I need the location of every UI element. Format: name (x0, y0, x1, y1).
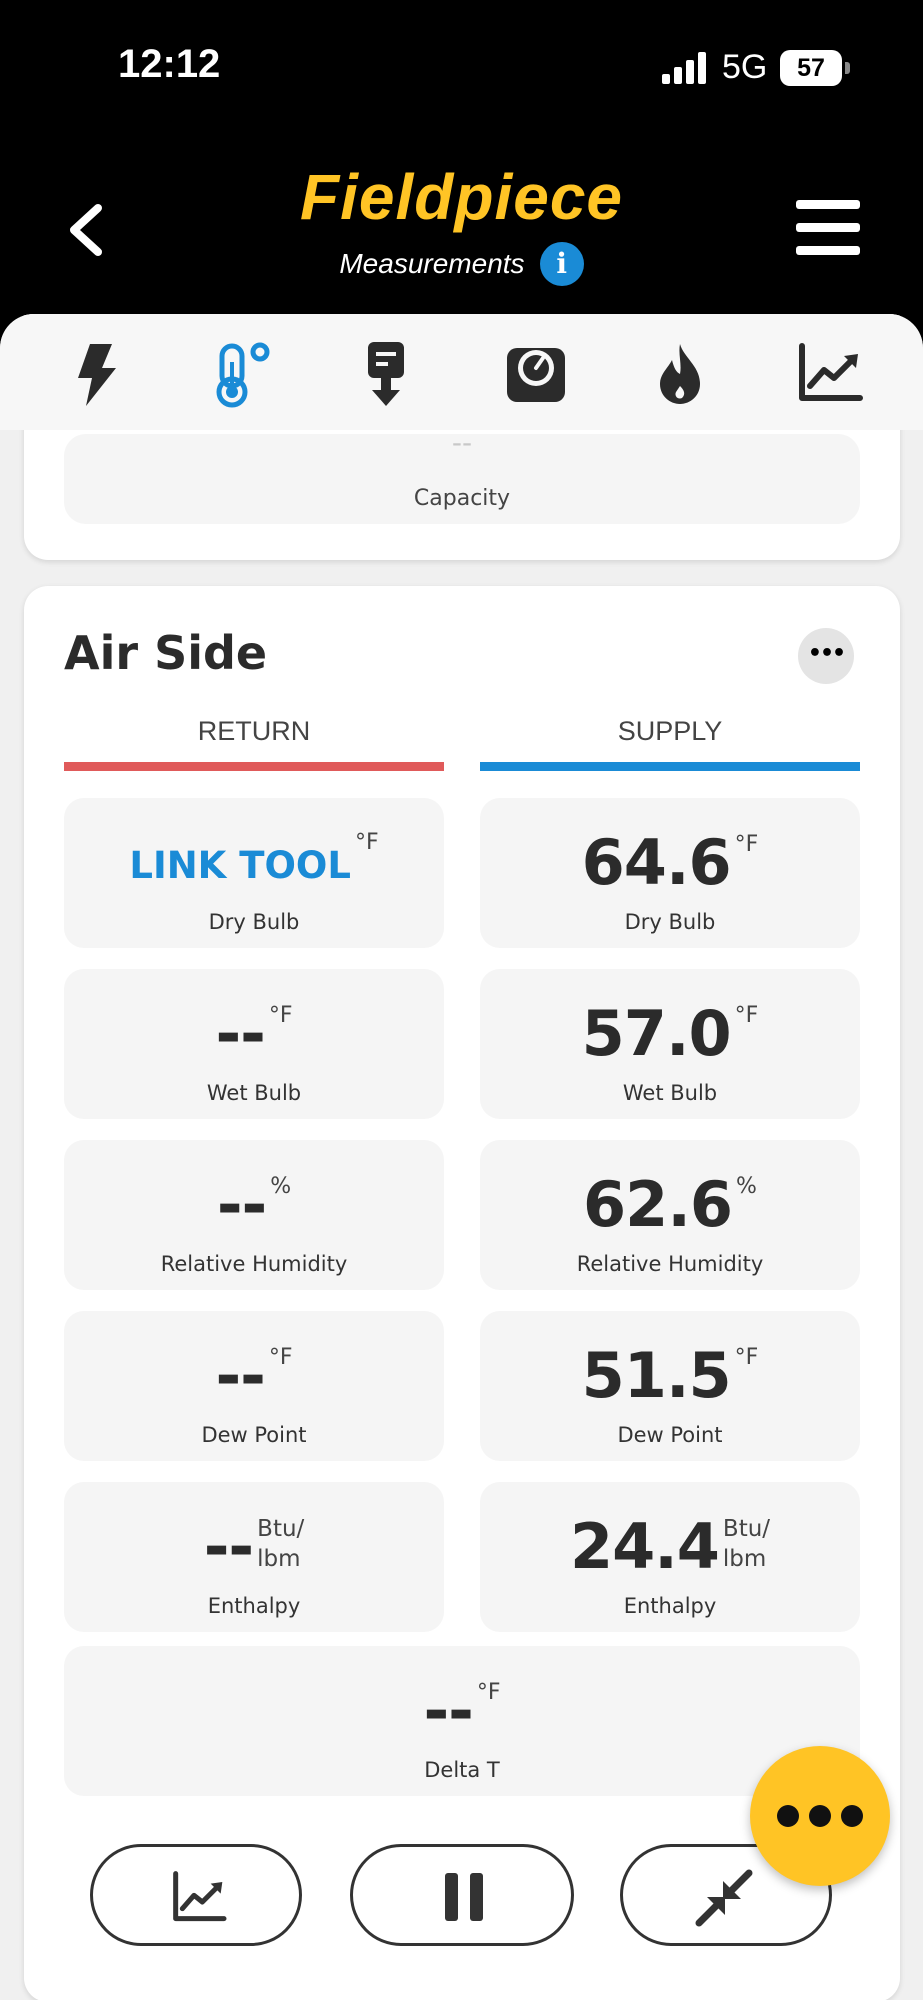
unit-top: Btu/ (257, 1516, 305, 1542)
status-bar: 12:12 5G 57 (0, 0, 923, 130)
more-options-button[interactable]: ••• (798, 628, 854, 684)
reading-value: 64.6 (581, 826, 732, 899)
collapse-arrows-icon (695, 1869, 753, 1927)
more-actions-fab[interactable] (750, 1746, 890, 1886)
unit-label: % (270, 1174, 292, 1199)
reading-value: 57.0 (581, 997, 732, 1070)
reading-value: -- (216, 1168, 267, 1241)
supply-color-bar (480, 762, 860, 771)
return-rh-tile[interactable]: --% Relative Humidity (64, 1140, 444, 1290)
vacuum-pump-icon (368, 342, 404, 406)
unit-label: °F (476, 1680, 501, 1705)
capacity-value: -- (451, 426, 473, 459)
chart-icon (799, 343, 863, 401)
supply-header: SUPPLY (617, 716, 723, 746)
reading-value: 62.6 (583, 1168, 733, 1241)
supply-rh-tile[interactable]: 62.6% Relative Humidity (480, 1140, 860, 1290)
page-subtitle: Measurements (339, 248, 525, 279)
content-sheet: -- Capacity Air Side ••• RETURN SUPPLY L… (0, 314, 923, 2000)
return-color-bar (64, 762, 444, 771)
gauge-icon (507, 348, 565, 402)
network-label: 5G (722, 48, 768, 86)
return-enthalpy-tile[interactable]: -- Btu/lbm Enthalpy (64, 1482, 444, 1632)
pause-icon (445, 1873, 483, 1921)
menu-button[interactable] (796, 200, 860, 256)
unit-label: °F (268, 1003, 293, 1028)
return-wet-bulb-tile[interactable]: -- °F Wet Bulb (64, 969, 444, 1119)
battery-icon: 57 (780, 50, 842, 86)
return-dry-bulb-tile[interactable]: LINK TOOL°F Dry Bulb (64, 798, 444, 948)
tab-temperature[interactable] (204, 338, 276, 410)
battery-nub (845, 62, 850, 74)
hamburger-line (796, 223, 860, 232)
reading-value: -- (423, 1674, 473, 1747)
tab-bar (0, 314, 923, 430)
fab-dot (777, 1805, 799, 1827)
lightning-bolt-icon (78, 344, 116, 406)
supply-enthalpy-tile[interactable]: 24.4 Btu/lbm Enthalpy (480, 1482, 860, 1632)
unit-label: °F (734, 1345, 759, 1370)
unit-label: % (736, 1174, 757, 1199)
status-time: 12:12 (118, 42, 221, 86)
tile-label: Enthalpy (623, 1594, 717, 1618)
app-header: Fieldpiece Measurements i (0, 130, 923, 320)
tile-label: Dew Point (201, 1423, 307, 1447)
unit-bottom: lbm (722, 1546, 767, 1572)
reading-value: 24.4 (569, 1510, 720, 1583)
tile-label: Wet Bulb (622, 1081, 718, 1105)
supply-wet-bulb-tile[interactable]: 57.0 °F Wet Bulb (480, 969, 860, 1119)
brand-logo: Fieldpiece (300, 161, 623, 233)
capacity-tile[interactable]: -- Capacity (64, 426, 860, 524)
unit-label: Btu/lbm (257, 1514, 304, 1574)
tab-vacuum[interactable] (350, 338, 422, 410)
supply-dew-point-tile[interactable]: 51.5 °F Dew Point (480, 1311, 860, 1461)
info-icon[interactable]: i (539, 242, 584, 286)
tile-label: Relative Humidity (576, 1252, 764, 1276)
unit-top: Btu/ (722, 1516, 771, 1542)
unit-label: °F (268, 1345, 293, 1370)
delta-t-tile[interactable]: -- °F Delta T (64, 1646, 860, 1796)
hamburger-line (796, 246, 860, 255)
tab-combustion[interactable] (644, 338, 716, 410)
graph-button[interactable] (90, 1844, 302, 1946)
tile-label: Enthalpy (207, 1594, 301, 1618)
reading-value: -- (215, 1339, 265, 1412)
reading-value: -- (215, 997, 265, 1070)
unit-label: °F (354, 830, 379, 855)
signal-icon (662, 52, 712, 84)
pause-button[interactable] (350, 1844, 574, 1946)
supply-dry-bulb-tile[interactable]: 64.6 °F Dry Bulb (480, 798, 860, 948)
unit-label: °F (734, 832, 759, 857)
fab-dot (841, 1805, 863, 1827)
thermometer-icon (216, 342, 270, 408)
tile-label: Wet Bulb (206, 1081, 302, 1105)
unit-label: Btu/lbm (723, 1514, 770, 1574)
fab-dot (809, 1805, 831, 1827)
link-tool-link[interactable]: LINK TOOL (129, 844, 351, 887)
return-dew-point-tile[interactable]: -- °F Dew Point (64, 1311, 444, 1461)
tile-label: Dew Point (617, 1423, 723, 1447)
tab-charts[interactable] (794, 338, 866, 410)
return-header: RETURN (197, 716, 311, 746)
capacity-label: Capacity (413, 486, 511, 511)
unit-label: °F (734, 1003, 759, 1028)
reading-value: 51.5 (581, 1339, 732, 1412)
tab-electrical[interactable] (60, 338, 132, 410)
chart-icon (173, 1871, 227, 1922)
subtitle-row: Measurements i (0, 242, 923, 286)
tile-label: Dry Bulb (624, 910, 716, 934)
tile-label: Dry Bulb (208, 910, 300, 934)
tile-label: Delta T (424, 1758, 500, 1782)
unit-bottom: lbm (257, 1546, 301, 1572)
reading-value: -- (203, 1510, 254, 1583)
section-title: Air Side (64, 626, 268, 680)
flame-icon (660, 344, 700, 404)
tile-label: Relative Humidity (160, 1252, 348, 1276)
hamburger-line (796, 200, 860, 209)
tab-pressure[interactable] (499, 338, 571, 410)
